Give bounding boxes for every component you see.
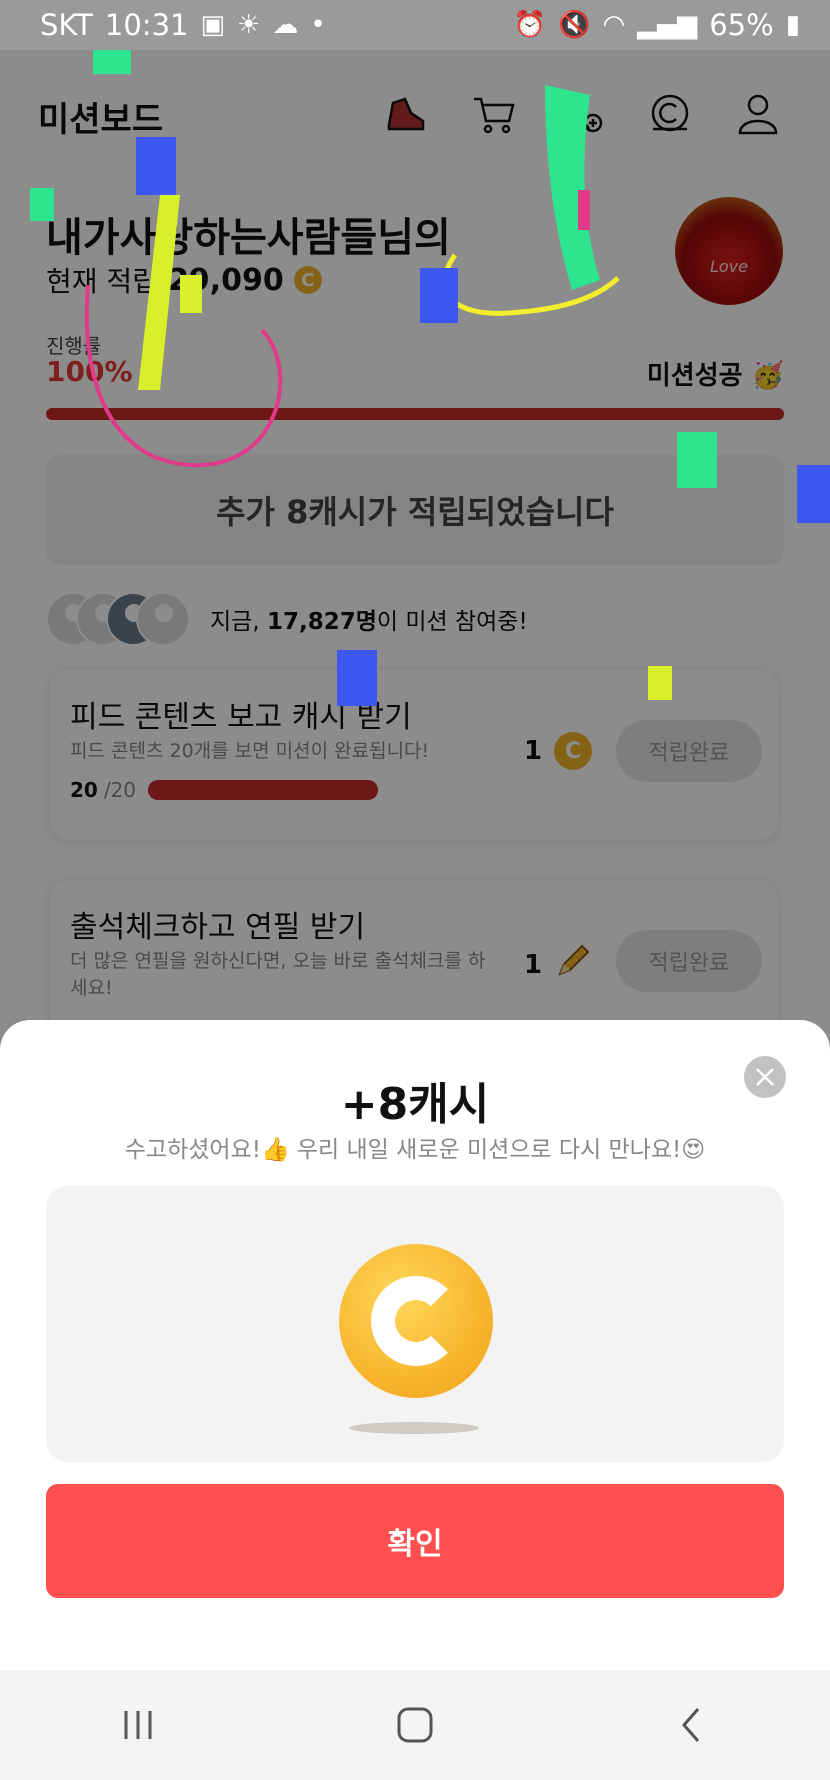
recent-apps-icon [124,1711,152,1739]
reward-bottom-sheet: +8캐시 수고하셨어요!👍 우리 내일 새로운 미션으로 다시 만나요!😍 확인 [0,1020,830,1670]
reward-illustration [46,1186,784,1462]
reward-subtitle: 수고하셨어요!👍 우리 내일 새로운 미션으로 다시 만나요!😍 [124,1137,706,1163]
system-nav-bar [0,1670,830,1780]
coin-letter [371,1276,461,1366]
confirm-button[interactable]: 확인 [46,1484,784,1598]
dot-icon: • [310,10,326,40]
coin-icon [339,1244,493,1398]
clock: 10:31 [104,8,189,42]
signal-icon: ▂▄▆ [637,10,698,40]
recent-apps-button[interactable] [88,1685,188,1765]
back-icon [681,1708,699,1742]
mute-icon: 🔇 [558,10,591,40]
home-button[interactable] [365,1685,465,1765]
battery-percent: 65% [709,8,774,42]
alarm-icon: ⏰ [513,10,547,40]
home-icon [397,1707,433,1743]
back-button[interactable] [642,1685,742,1765]
reward-title: +8캐시 [340,1079,490,1130]
coin-shadow [349,1422,479,1434]
wifi-icon: ◠ [602,10,626,40]
status-bar: SKT 10:31 ▣ ☀ ☁ • ⏰ 🔇 ◠ ▂▄▆ 65% ▮ [0,0,830,50]
cloud-icon: ☁ [272,10,299,40]
carrier-label: SKT [40,8,93,42]
gallery-icon: ▣ [200,10,226,40]
battery-icon: ▮ [785,10,800,40]
sun-icon: ☀ [237,10,261,40]
